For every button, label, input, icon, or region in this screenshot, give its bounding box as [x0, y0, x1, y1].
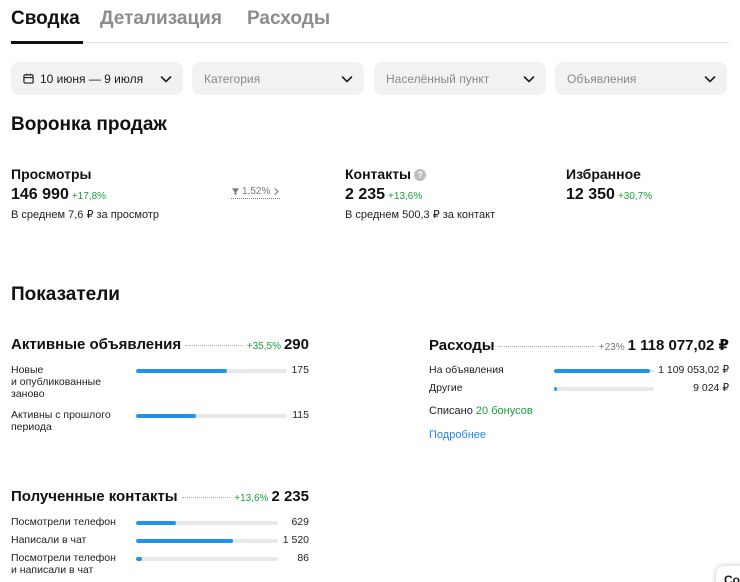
contacts-row-label: Посмотрели телефон — [11, 516, 116, 528]
contacts-bar — [136, 539, 278, 543]
category-filter[interactable]: Категория — [192, 62, 364, 95]
bar-fill — [136, 557, 142, 561]
received-contacts-value: 2 235 — [271, 488, 309, 505]
bar-fill — [554, 369, 650, 373]
bonus-count: 20 бонусов — [475, 405, 533, 417]
contacts-row-value: 629 — [291, 516, 309, 528]
received-contacts-delta: +13,6% — [234, 493, 269, 504]
contacts-row-value: 86 — [297, 552, 309, 564]
active-ads-value: 290 — [283, 336, 309, 353]
expenses-row-value: 1 109 053,02 ₽ — [658, 364, 729, 376]
bar-fill — [136, 369, 227, 373]
conversion-value: 1,52% — [242, 186, 271, 197]
chevron-down-icon — [341, 76, 353, 83]
chevron-right-icon — [274, 187, 279, 196]
favorites-delta: +30,7% — [617, 191, 653, 202]
contacts-bar — [136, 521, 278, 525]
active-ads-row-value: 115 — [292, 409, 309, 421]
expenses-row-value: 9 024 ₽ — [693, 382, 729, 394]
contacts-value: 2 235 — [345, 186, 386, 203]
expenses-header: Расходы +23% 1 118 077,02 ₽ — [429, 336, 729, 354]
bar-fill — [136, 521, 176, 525]
tabs-divider — [11, 42, 729, 43]
bar-fill — [554, 387, 557, 391]
contacts-average: В среднем 500,3 ₽ за контакт — [345, 209, 496, 221]
calendar-icon — [23, 73, 34, 84]
help-icon[interactable]: ? — [414, 169, 427, 181]
active-ads-row-label: Новые и опубликованные заново — [11, 364, 102, 400]
contacts-label: Контакты — [345, 166, 412, 182]
conversion-rate[interactable]: 1,52% — [231, 186, 281, 199]
ads-filter-placeholder: Объявления — [567, 71, 637, 86]
contacts-row-value: 1 520 — [282, 534, 309, 546]
views-value-line: 146 990 +17,8% — [11, 186, 106, 204]
bar-fill — [136, 539, 233, 543]
dotted-leader — [185, 345, 243, 346]
active-ads-header: Активные объявления +35,5% 290 — [11, 336, 309, 353]
dotted-leader — [181, 497, 231, 498]
locality-filter[interactable]: Населённый пункт — [374, 62, 546, 95]
bonus-spent-prefix: Списано — [429, 405, 473, 417]
received-contacts-title: Полученные контакты — [11, 488, 178, 505]
period-filter-value: 10 июня — 9 июля — [40, 71, 144, 86]
locality-filter-placeholder: Населённый пункт — [386, 71, 490, 86]
contacts-delta: +13,6% — [388, 191, 423, 202]
funnel-icon — [231, 188, 240, 196]
bar-fill — [136, 414, 197, 418]
chevron-down-icon — [160, 76, 172, 83]
received-contacts-header: Полученные контакты +13,6% 2 235 — [11, 488, 309, 505]
funnel-title: Воронка продаж — [11, 114, 167, 135]
active-tab-indicator — [11, 41, 83, 44]
expenses-bar — [554, 387, 654, 391]
expenses-row-label: На объявления — [429, 364, 504, 376]
contacts-row-label: Написали в чат — [11, 534, 87, 546]
views-label: Просмотры — [11, 166, 92, 182]
views-value: 146 990 — [11, 186, 69, 203]
period-filter[interactable]: 10 июня — 9 июля — [11, 62, 183, 95]
expenses-value: 1 118 077,02 ₽ — [627, 337, 729, 354]
active-ads-row-label: Активны с прошлого периода — [11, 409, 111, 433]
views-delta: +17,8% — [71, 191, 107, 202]
tab-details[interactable]: Детализация — [100, 8, 222, 30]
expenses-bar — [554, 369, 654, 373]
expenses-row-label: Другие — [429, 382, 463, 394]
more-details-link[interactable]: Подробнее — [429, 429, 486, 441]
chevron-down-icon — [523, 76, 535, 83]
favorites-value: 12 350 — [566, 186, 615, 203]
ads-filter[interactable]: Объявления — [555, 62, 727, 95]
active-ads-delta: +35,5% — [246, 341, 281, 352]
favorites-value-line: 12 350 +30,7% — [566, 186, 652, 204]
tab-expenses[interactable]: Расходы — [247, 8, 330, 30]
active-ads-row-value: 175 — [291, 364, 309, 376]
contacts-bar — [136, 557, 278, 561]
category-filter-placeholder: Категория — [204, 71, 261, 86]
chevron-down-icon — [704, 76, 716, 83]
dotted-leader — [498, 346, 595, 347]
floating-chip[interactable]: Co — [716, 566, 740, 582]
active-ads-title: Активные объявления — [11, 336, 182, 353]
favorites-label: Избранное — [566, 166, 641, 182]
indicators-title: Показатели — [11, 284, 120, 305]
views-average: В среднем 7,6 ₽ за просмотр — [11, 209, 160, 221]
bonus-spent: Списано 20 бонусов — [429, 405, 533, 417]
contacts-value-line: 2 235 +13,6% — [345, 186, 422, 204]
expenses-delta: +23% — [598, 342, 625, 353]
contacts-label-line: Контакты? — [345, 166, 427, 182]
tab-summary[interactable]: Сводка — [11, 8, 80, 30]
contacts-row-label: Посмотрели телефон и написали в чат — [11, 552, 116, 576]
expenses-title: Расходы — [429, 337, 495, 354]
